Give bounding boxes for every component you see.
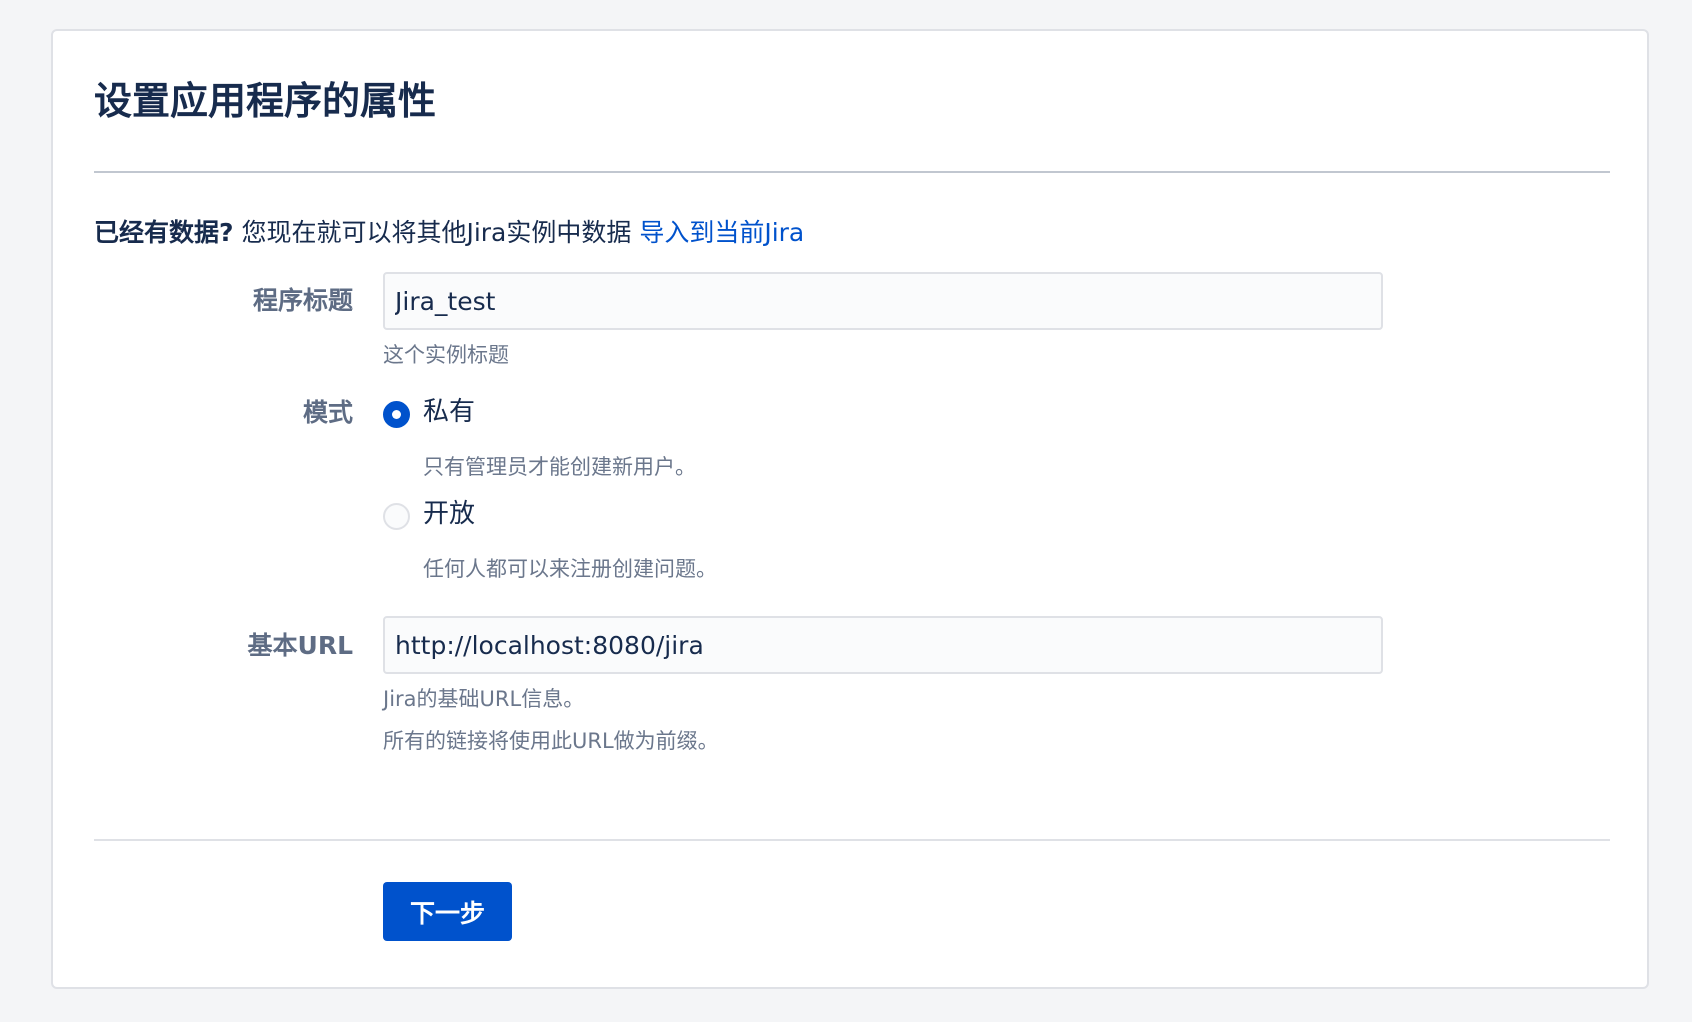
setup-panel: 设置应用程序的属性 已经有数据? 您现在就可以将其他Jira实例中数据 导入到当…	[51, 29, 1649, 989]
mode-public-help: 任何人都可以来注册创建问题。	[423, 557, 717, 581]
import-notice: 已经有数据? 您现在就可以将其他Jira实例中数据 导入到当前Jira	[94, 215, 804, 250]
import-notice-text: 您现在就可以将其他Jira实例中数据	[233, 218, 640, 247]
base-url-help-line-2: 所有的链接将使用此URL做为前缀。	[383, 729, 719, 753]
actions-divider	[94, 839, 1610, 841]
mode-private-help: 只有管理员才能创建新用户。	[423, 455, 696, 479]
page-title: 设置应用程序的属性	[94, 79, 437, 123]
app-title-help: 这个实例标题	[383, 343, 509, 367]
mode-public-label[interactable]: 开放	[423, 498, 475, 532]
app-title-label: 程序标题	[252, 286, 353, 315]
mode-label: 模式	[302, 398, 353, 427]
base-url-help-line-1: Jira的基础URL信息。	[383, 687, 585, 711]
title-divider	[94, 171, 1610, 173]
base-url-input[interactable]	[383, 616, 1383, 674]
app-title-input[interactable]	[383, 272, 1383, 330]
mode-private-label[interactable]: 私有	[423, 396, 475, 430]
mode-public-radio[interactable]	[383, 503, 410, 530]
import-notice-lead: 已经有数据?	[94, 218, 234, 247]
mode-private-radio[interactable]	[383, 401, 410, 428]
base-url-label: 基本URL	[247, 631, 353, 660]
import-data-link[interactable]: 导入到当前Jira	[639, 218, 804, 247]
next-button[interactable]: 下一步	[383, 882, 512, 941]
